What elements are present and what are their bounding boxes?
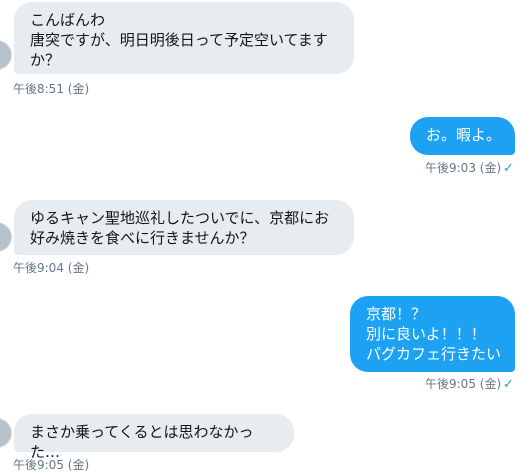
message-bubble-sent: 京都！？ 別に良いよ！！！ パグカフェ行きたい	[350, 296, 515, 372]
message-bubble-received: こんばんわ 唐突ですが、明日明後日って予定空いてますか？	[14, 2, 354, 74]
message-timestamp: 午後9:03 (金)	[425, 161, 502, 175]
message-bubble-received: ゆるキャン聖地巡礼したついでに、京都にお好み焼きを食べに行きませんか？	[14, 200, 354, 255]
message-timestamp: 午後9:05 (金)	[425, 377, 502, 391]
avatar[interactable]	[0, 222, 12, 252]
message-timestamp: 午後9:05 (金)	[13, 458, 90, 472]
message-bubble-received: まさか乗ってくるとは思わなかった…	[14, 414, 294, 461]
checkmark-icon: ✓	[503, 377, 514, 392]
message-bubble-sent: お。暇よ。	[410, 117, 515, 155]
avatar[interactable]	[0, 418, 12, 448]
checkmark-icon: ✓	[503, 161, 514, 176]
message-timestamp: 午後9:04 (金)	[13, 261, 90, 275]
message-timestamp: 午後8:51 (金)	[13, 82, 90, 96]
avatar[interactable]	[0, 40, 12, 70]
